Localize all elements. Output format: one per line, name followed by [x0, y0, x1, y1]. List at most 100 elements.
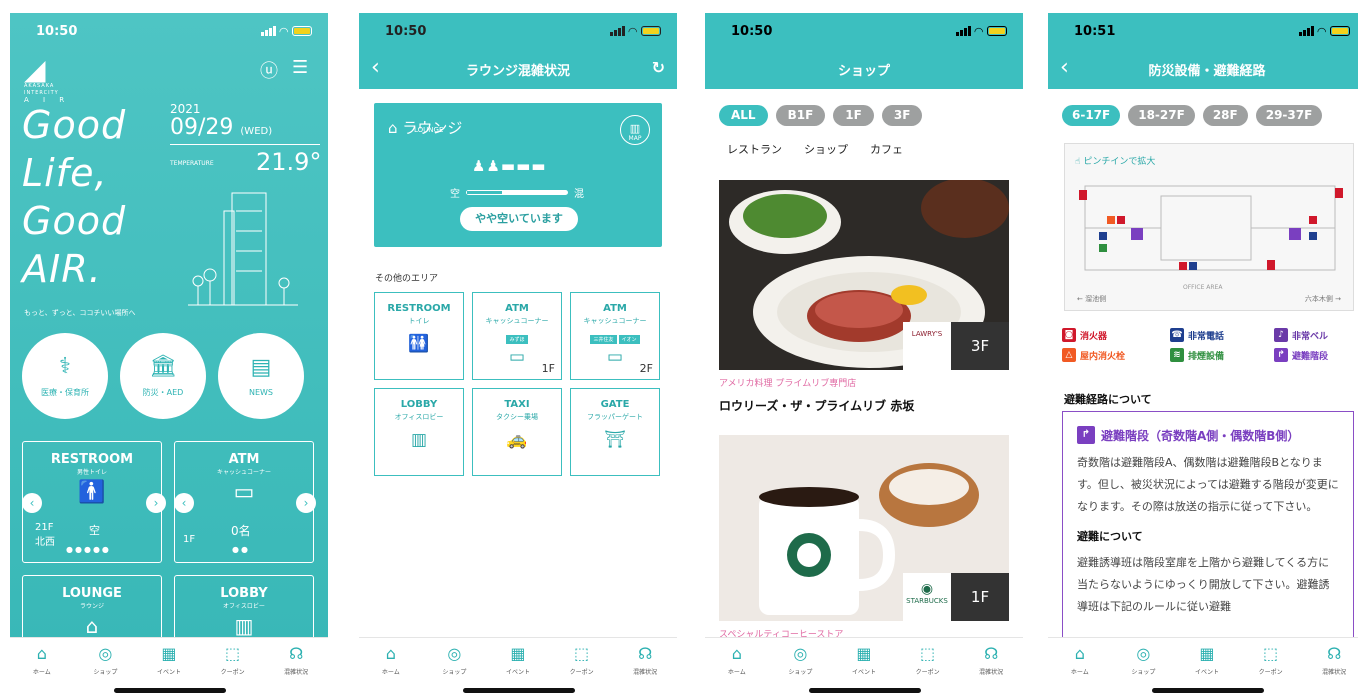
tab-label: ショップ — [93, 669, 118, 676]
area-atm-2[interactable]: ATM キャッシュコーナー 三井住友 イオン ▭ 2F — [570, 292, 660, 380]
tab-crowd[interactable]: ☊ 混雑状況 — [613, 644, 677, 697]
lobby-icon: ▥ — [410, 430, 428, 450]
tab-label: ホーム — [727, 669, 746, 676]
tab-home[interactable]: ⌂ ホーム — [359, 644, 423, 697]
man-icon: 🚹 — [78, 480, 106, 505]
tab-label: 混雑状況 — [979, 669, 1004, 676]
date: 09/29 (WED) — [170, 115, 272, 140]
chip-18-27f[interactable]: 18-27F — [1128, 105, 1195, 126]
legend-extinguisher: ◙ 消火器 — [1062, 328, 1170, 342]
floor-badge: 1F — [951, 573, 1009, 621]
floor-plan-icon — [1079, 185, 1343, 271]
prev-arrow-icon[interactable]: ‹ — [174, 493, 194, 513]
house-icon: ⌂ — [36, 644, 47, 663]
shop-screen: 10:50 ◠ ショップ ALL B1F 1F 3F レストラン ショップ カフ… — [705, 13, 1023, 697]
tab-home[interactable]: ⌂ ホーム — [705, 644, 769, 697]
wifi-icon: ◠ — [974, 24, 983, 38]
meter-fill — [467, 191, 502, 194]
tab-home[interactable]: ⌂ ホーム — [10, 644, 74, 697]
disaster-label: 防災・AED — [142, 388, 184, 397]
tab-label: ショップ — [788, 669, 813, 676]
category-restaurant[interactable]: レストラン — [727, 141, 782, 157]
area-restroom[interactable]: RESTROOM トイレ 🚻 — [374, 292, 464, 380]
page-title: ラウンジ混雑状況 — [465, 63, 570, 79]
chip-1f[interactable]: 1F — [833, 105, 874, 126]
shop-name[interactable]: ロウリーズ・ザ・プライムリブ 赤坂 — [719, 397, 914, 414]
prev-arrow-icon[interactable]: ‹ — [22, 493, 42, 513]
hydrant-icon: △ — [1062, 348, 1076, 362]
card-title: ATM — [228, 452, 260, 467]
area-lobby[interactable]: LOBBY オフィスロビー ▥ — [374, 388, 464, 476]
temperature-label: TEMPERATURE — [170, 160, 214, 167]
sofa-icon: ⌂ — [85, 614, 99, 638]
battery-icon — [292, 26, 312, 36]
brand-logo-lawrys: LAWRY'S — [903, 322, 951, 370]
restroom-location: 21F 北西 — [35, 522, 55, 548]
legend-hydrant: △ 屋内消火栓 — [1062, 348, 1170, 362]
refresh-icon[interactable]: ↻ — [652, 58, 665, 77]
menu-icon[interactable]: ☰ — [292, 57, 308, 78]
user-icon[interactable]: ⓤ — [260, 57, 278, 83]
safety-screen: 10:51 ◠ ‹ 防災設備・避難経路 6-17F 18-27F 28F 29-… — [1048, 13, 1358, 697]
map-button[interactable]: ▥ MAP — [620, 115, 650, 145]
next-arrow-icon[interactable]: › — [146, 493, 166, 513]
category-cafe[interactable]: カフェ — [870, 141, 903, 157]
area-atm-1[interactable]: ATM キャッシュコーナー みずほ ▭ 1F — [472, 292, 562, 380]
next-arrow-icon[interactable]: › — [296, 493, 316, 513]
tab-home[interactable]: ⌂ ホーム — [1048, 644, 1112, 697]
status-time: 10:51 — [1074, 23, 1116, 39]
legend-label: 非常ベル — [1292, 331, 1329, 342]
tab-crowd[interactable]: ☊ 混雑状況 — [959, 644, 1023, 697]
chip-b1f[interactable]: B1F — [775, 105, 826, 126]
chip-3f[interactable]: 3F — [881, 105, 923, 126]
tab-label: 混雑状況 — [284, 669, 309, 676]
coupon-icon: ⬚ — [574, 644, 590, 663]
area-taxi[interactable]: TAXI タクシー乗場 🚕 — [472, 388, 562, 476]
chip-6-17f[interactable]: 6-17F — [1062, 105, 1121, 126]
chip-29-37f[interactable]: 29-37F — [1255, 105, 1323, 126]
tab-label: ショップ — [1131, 669, 1156, 676]
card-subtitle: ラウンジ — [79, 603, 104, 610]
tab-label: イベント — [851, 669, 876, 676]
atm-icon: ▭ — [233, 480, 255, 505]
legend-smoke-exhaust: ≋ 排煙設備 — [1170, 348, 1274, 362]
area-title: ATM — [603, 303, 627, 314]
category-shop[interactable]: ショップ — [804, 141, 848, 157]
chip-all[interactable]: ALL — [719, 105, 768, 126]
wifi-icon: ◠ — [1317, 24, 1326, 38]
legend-emergency-bell: ♪ 非常ベル — [1274, 328, 1354, 342]
chip-28f[interactable]: 28F — [1202, 105, 1248, 126]
map-label: MAP — [628, 135, 642, 142]
lounge-tag: ⌂ ラウンジ LOUNGE — [388, 117, 462, 137]
tab-label: ショップ — [442, 669, 467, 676]
shop-image-starbucks[interactable]: ◉ STARBUCKS 1F — [719, 435, 1009, 621]
shop-category: アメリカ料理 プライムリブ専門店 — [719, 379, 857, 389]
stairs-icon: ↱ — [1077, 426, 1095, 444]
medical-button[interactable]: ⚕ 医療・保育所 — [22, 333, 108, 419]
battery-icon — [987, 26, 1007, 36]
app-logo: ◢ AKASAKA INTERCITY A I R — [24, 56, 70, 104]
tab-label: クーポン — [220, 669, 245, 676]
tab-crowd[interactable]: ☊ 混雑状況 — [264, 644, 328, 697]
tab-label: ホーム — [1070, 669, 1089, 676]
back-icon[interactable]: ‹ — [1060, 55, 1069, 80]
disaster-aed-button[interactable]: 🏛 防災・AED — [120, 333, 206, 419]
card-title: RESTROOM — [50, 452, 134, 467]
direction-right: 六本木側 → — [1304, 295, 1341, 303]
news-button[interactable]: ▤ NEWS — [218, 333, 304, 419]
tab-crowd[interactable]: ☊ 混雑状況 — [1302, 644, 1358, 697]
news-icon: ▤ — [250, 355, 272, 380]
home-indicator — [463, 688, 575, 693]
bank-badge: みずほ — [506, 335, 528, 344]
nav-bar: ‹ ラウンジ混雑状況 ↻ — [359, 49, 677, 89]
floor-map[interactable]: ☝ ピンチインで拡大 OFFICE AREA ← 溜池側 六本木側 → — [1064, 143, 1354, 311]
area-subtitle: オフィスロビー — [394, 413, 444, 421]
brand-name: LAWRY'S — [911, 330, 943, 338]
calendar-icon: ▦ — [510, 644, 526, 663]
other-areas-heading: その他のエリア — [375, 274, 439, 284]
shop-image-lawrys[interactable]: LAWRY'S 3F — [719, 180, 1009, 370]
back-icon[interactable]: ‹ — [371, 55, 380, 80]
divider — [170, 144, 320, 145]
area-gate[interactable]: GATE フラッパーゲート ⛩ — [570, 388, 660, 476]
card-title: LOUNGE — [62, 586, 122, 601]
